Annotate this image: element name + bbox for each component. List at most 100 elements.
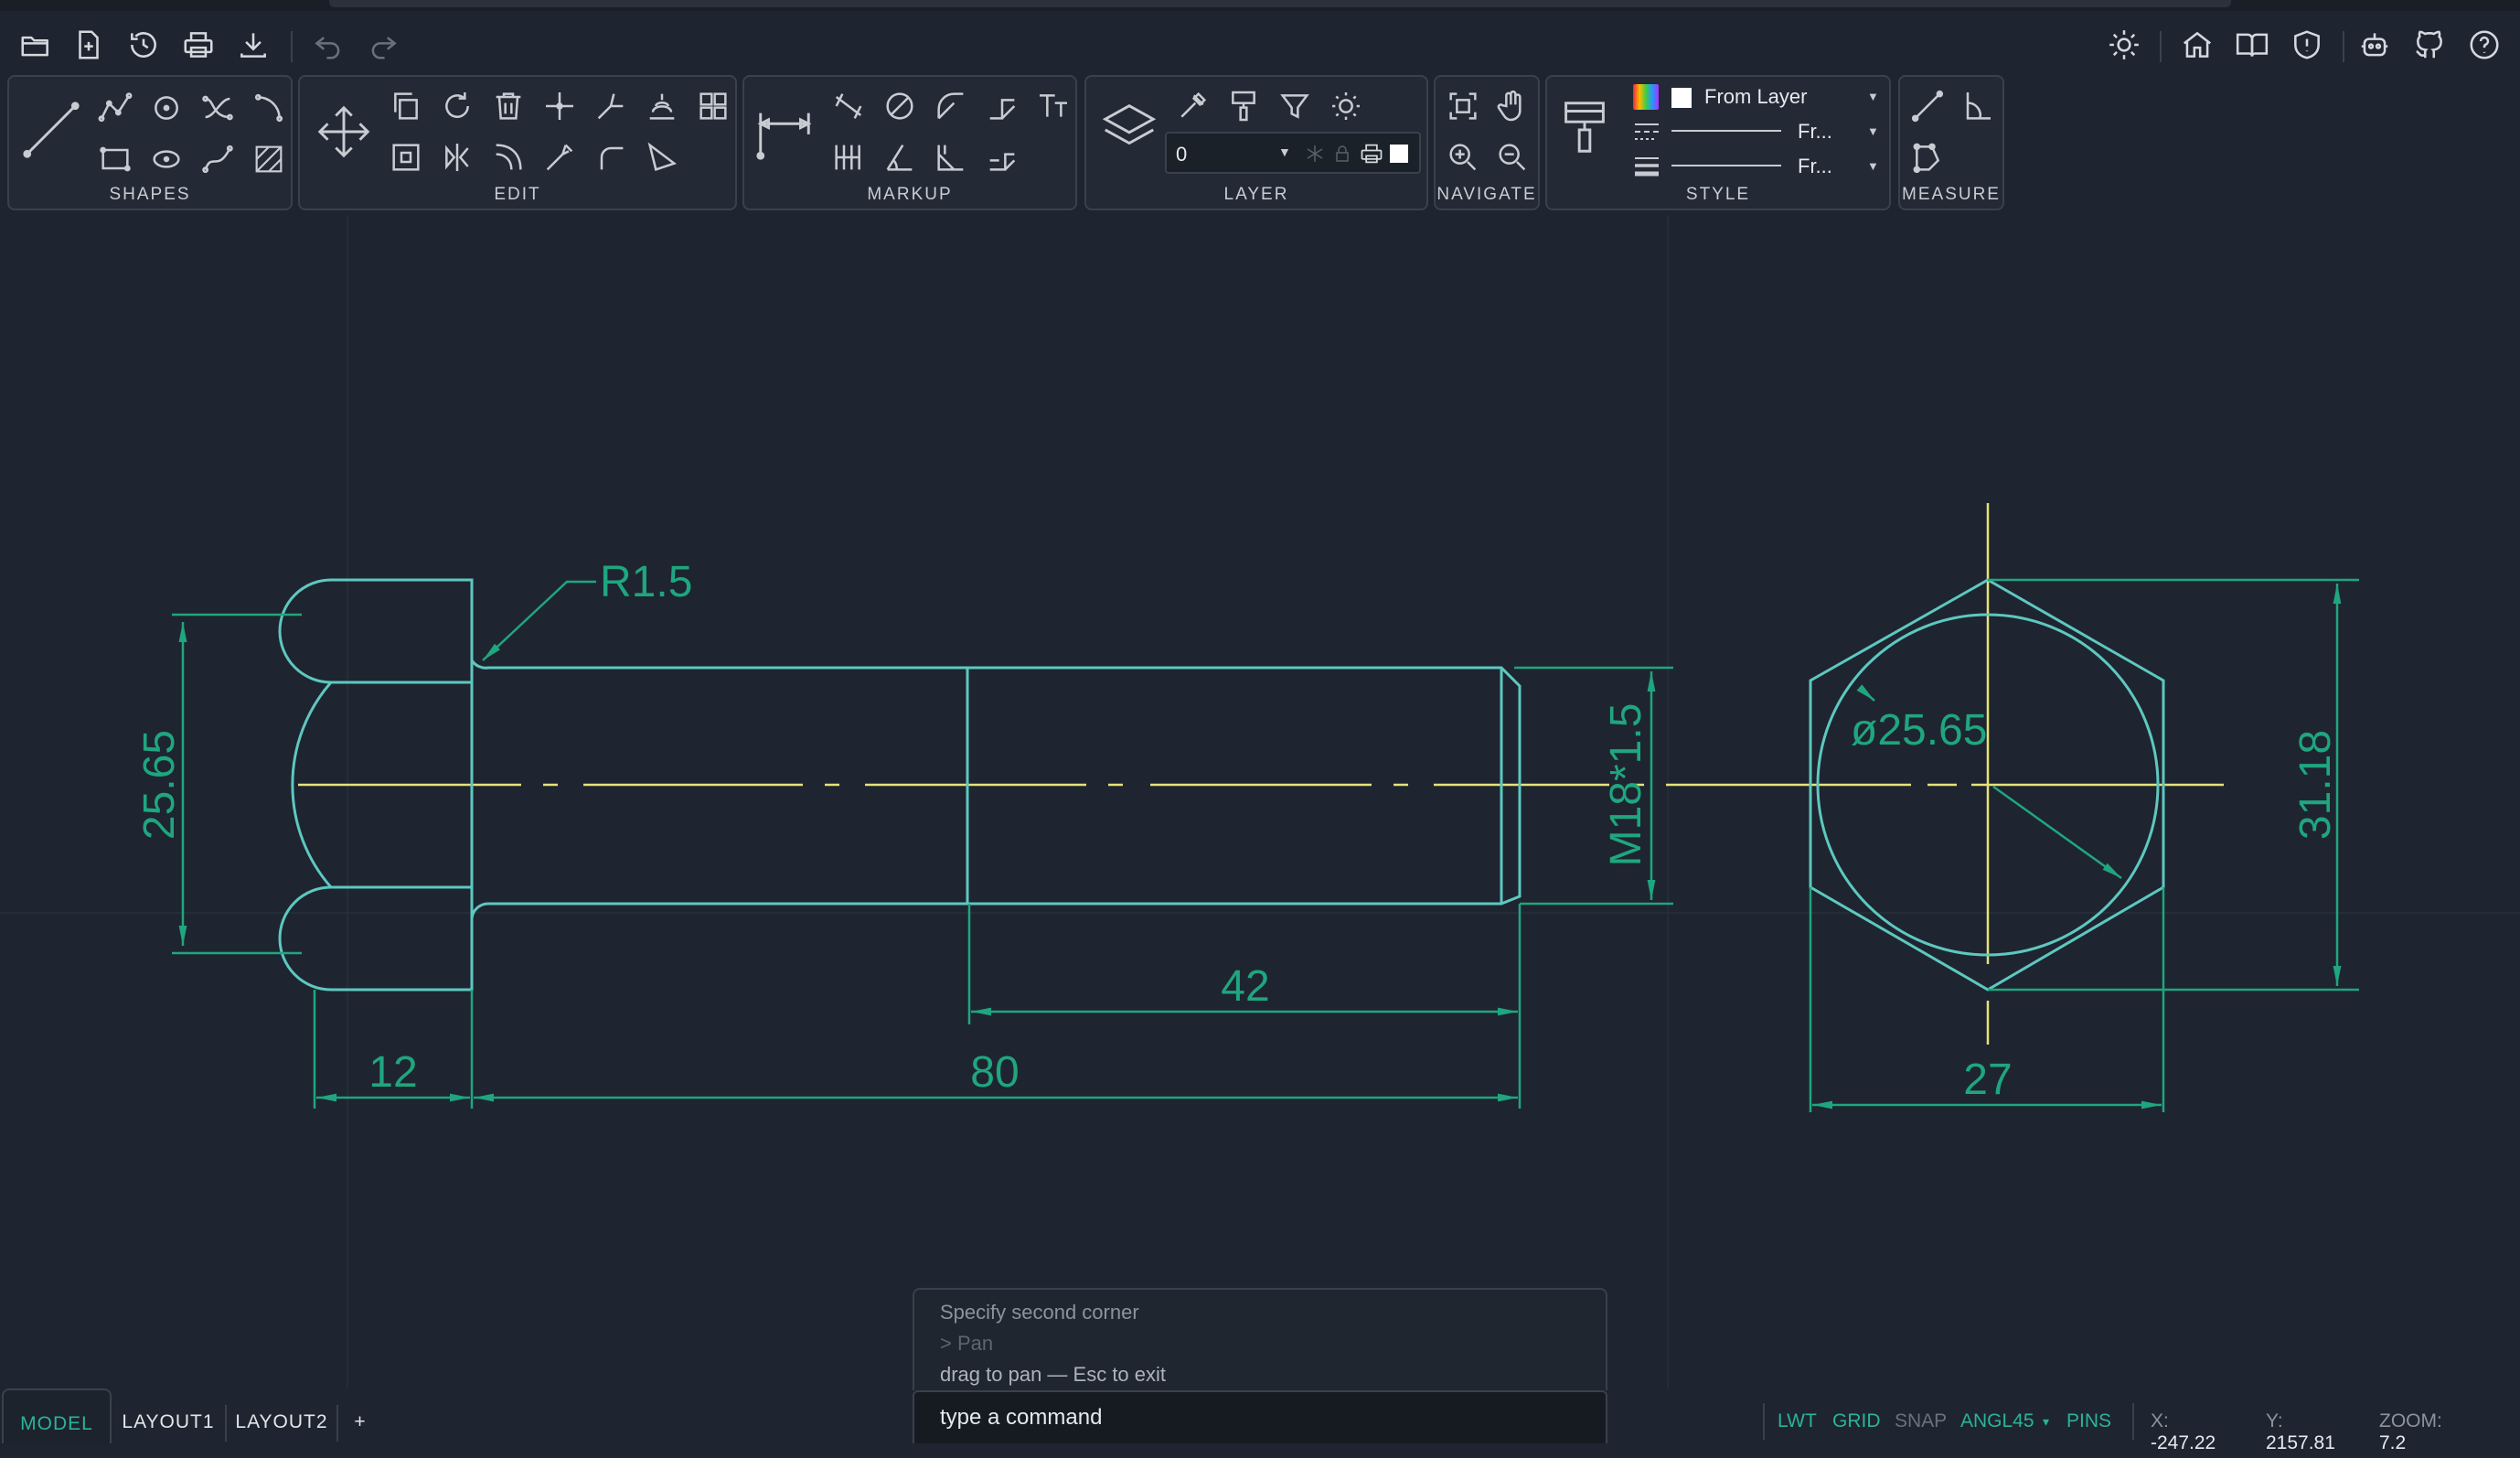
y-coordinate-label: Y:	[2266, 1410, 2283, 1431]
home-icon[interactable]	[2176, 24, 2218, 66]
layer-freeze-icon	[1304, 143, 1326, 169]
pins-toggle[interactable]: PINS	[2066, 1410, 2111, 1432]
explode-tool-icon[interactable]	[538, 135, 582, 179]
dimension-lines	[172, 578, 2359, 1112]
array-tool-icon[interactable]	[691, 84, 735, 128]
spline-tool-icon[interactable]	[196, 86, 240, 130]
color-select-value: From Layer	[1704, 85, 1808, 108]
hatch-tool-icon[interactable]	[247, 137, 291, 181]
ribbon-group-navigate: NAVIGATE	[1434, 75, 1540, 210]
color-select[interactable]: From Layer ▼	[1631, 79, 1887, 113]
command-input[interactable]: type a command	[913, 1390, 1607, 1443]
layer-visibility-sun-icon[interactable]	[1324, 84, 1368, 128]
lwt-toggle[interactable]: LWT	[1778, 1410, 1817, 1432]
tab-model[interactable]: MODEL	[2, 1388, 112, 1443]
layer-lock-icon	[1331, 143, 1353, 169]
match-layer-eyedropper-icon[interactable]	[1170, 84, 1214, 128]
snap-toggle[interactable]: SNAP	[1895, 1410, 1947, 1432]
docs-book-icon[interactable]	[2231, 24, 2273, 66]
layer-color-swatch	[1390, 145, 1408, 163]
zoom-extents-icon[interactable]	[1441, 84, 1485, 128]
linetype-select[interactable]: Fr... ▼	[1631, 113, 1887, 148]
zoom-out-icon[interactable]	[1490, 135, 1534, 179]
layer-plot-icon	[1359, 141, 1384, 171]
fillet-tool-icon[interactable]	[486, 135, 530, 179]
polyline-tool-icon[interactable]	[93, 86, 137, 130]
window-top-strip	[0, 0, 2520, 11]
command-log-line: drag to pan — Esc to exit	[940, 1363, 1167, 1386]
drawing-canvas[interactable]: R1.5 25.65 12 80 42 M18*1.5 ø25.65 31.18…	[0, 216, 2520, 1388]
rectangle-tool-icon[interactable]	[93, 137, 137, 181]
offset-tool-icon[interactable]	[640, 84, 684, 128]
menu-separator	[2160, 31, 2162, 62]
continue-dimension-icon[interactable]	[980, 135, 1024, 179]
measure-angle-icon[interactable]	[1955, 84, 1999, 128]
arc-tool-icon[interactable]	[247, 86, 291, 130]
layers-icon[interactable]	[1097, 95, 1161, 159]
ribbon-group-markup: MARKUP	[742, 75, 1077, 210]
ribbon-group-measure: MEASURE	[1898, 75, 2004, 210]
ribbon-label-measure: MEASURE	[1902, 185, 2001, 204]
undo-icon[interactable]	[307, 24, 349, 66]
chevron-down-icon: ▼	[1278, 145, 1291, 159]
grid-toggle[interactable]: GRID	[1832, 1410, 1881, 1432]
layer-select[interactable]: 0 ▼	[1165, 132, 1421, 174]
layer-filter-icon[interactable]	[1273, 84, 1317, 128]
stretch-tool-icon[interactable]	[640, 135, 684, 179]
trim-tool-icon[interactable]	[538, 84, 582, 128]
zoom-in-icon[interactable]	[1441, 135, 1485, 179]
tab-layout1[interactable]: LAYOUT1	[117, 1388, 219, 1443]
pan-hand-icon[interactable]	[1490, 84, 1534, 128]
lineweight-select[interactable]: Fr... ▼	[1631, 148, 1887, 183]
status-separator	[2132, 1403, 2134, 1440]
baseline-dimension-icon[interactable]	[827, 135, 870, 179]
measure-distance-icon[interactable]	[1906, 84, 1949, 128]
download-icon[interactable]	[232, 24, 274, 66]
add-layout-button[interactable]: +	[342, 1388, 379, 1443]
ribbon-label-shapes: SHAPES	[109, 185, 191, 204]
line-tool-icon[interactable]	[15, 93, 88, 166]
match-properties-icon[interactable]	[1553, 95, 1617, 159]
window-top-accent	[329, 0, 2231, 7]
extend-tool-icon[interactable]	[589, 84, 633, 128]
tab-layout2[interactable]: LAYOUT2	[230, 1388, 333, 1443]
help-icon[interactable]	[2463, 24, 2505, 66]
shield-icon[interactable]	[2286, 24, 2328, 66]
ribbon-label-edit: EDIT	[494, 185, 541, 204]
command-log-line: > Pan	[940, 1332, 994, 1355]
leader-dimension-icon[interactable]	[980, 84, 1024, 128]
radius-dimension-icon[interactable]	[929, 84, 973, 128]
copy-tool-icon[interactable]	[384, 84, 428, 128]
circle-tool-icon[interactable]	[144, 86, 188, 130]
dim-head-height-label: 25.65	[135, 730, 184, 840]
redo-icon[interactable]	[362, 24, 404, 66]
linear-dimension-icon[interactable]	[748, 95, 821, 168]
diameter-dimension-icon[interactable]	[878, 84, 922, 128]
layer-paintbrush-icon[interactable]	[1222, 84, 1265, 128]
delete-tool-icon[interactable]	[486, 84, 530, 128]
print-icon[interactable]	[177, 24, 219, 66]
ordinate-dimension-icon[interactable]	[929, 135, 973, 179]
text-tool-icon[interactable]	[1031, 84, 1075, 128]
angle-chevron-down-icon[interactable]: ▾	[2043, 1414, 2049, 1430]
rotate-tool-icon[interactable]	[435, 84, 479, 128]
github-icon[interactable]	[2408, 24, 2451, 66]
measure-area-icon[interactable]	[1906, 135, 1949, 179]
angle-snap-toggle[interactable]: ANGL45	[1960, 1410, 2034, 1432]
open-icon[interactable]	[15, 24, 57, 66]
chamfer-tool-icon[interactable]	[589, 135, 633, 179]
curve-tool-icon[interactable]	[196, 137, 240, 181]
angular-dimension-icon[interactable]	[878, 135, 922, 179]
tab-separator	[336, 1405, 338, 1442]
ellipse-tool-icon[interactable]	[144, 137, 188, 181]
theme-sun-icon[interactable]	[2103, 24, 2145, 66]
aligned-dimension-icon[interactable]	[827, 84, 870, 128]
move-tool-icon[interactable]	[307, 95, 380, 168]
mirror-tool-icon[interactable]	[435, 135, 479, 179]
lineweight-preview-line	[1671, 165, 1781, 166]
history-icon[interactable]	[123, 24, 165, 66]
scale-tool-icon[interactable]	[384, 135, 428, 179]
bot-icon[interactable]	[2354, 24, 2396, 66]
ribbon-label-style: STYLE	[1685, 185, 1751, 204]
new-file-icon[interactable]	[68, 24, 110, 66]
